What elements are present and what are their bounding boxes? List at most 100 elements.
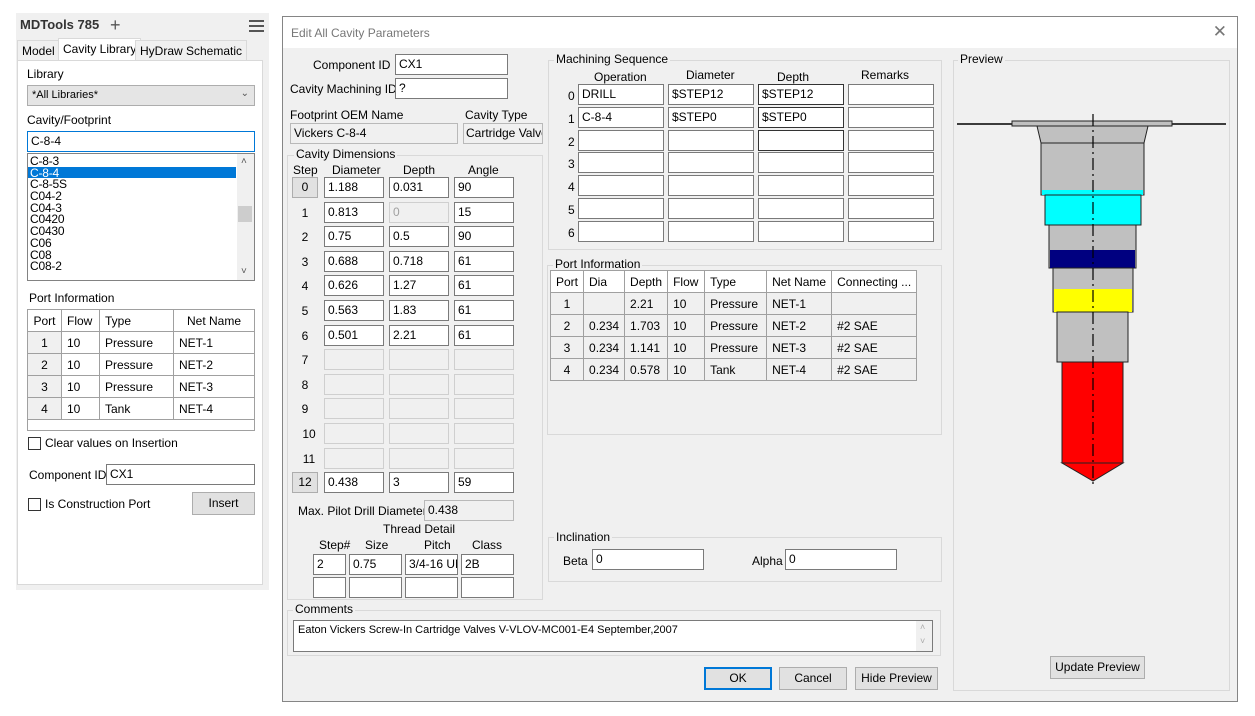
tab-model[interactable]: Model — [17, 40, 60, 61]
port-information-grid[interactable]: Port Flow Type Net Name 1 10 Pressure NET-1… — [27, 309, 255, 431]
thread-pitch-input[interactable] — [405, 577, 458, 598]
cavity-list-item[interactable]: C06 — [28, 237, 236, 249]
clear-values-checkbox[interactable] — [28, 437, 41, 450]
column-header-net-name[interactable]: Net Name — [173, 309, 255, 332]
operation-input[interactable]: C-8-4 — [578, 106, 664, 128]
port-conn-cell[interactable]: #2 SAE — [831, 358, 918, 381]
operation-input[interactable] — [578, 220, 664, 242]
depth-input[interactable] — [758, 129, 844, 151]
port-port-cell[interactable]: 1 — [549, 292, 585, 315]
type-cell[interactable]: Tank — [99, 397, 174, 420]
thread-class-input[interactable]: 2B — [461, 554, 514, 575]
machining-id-input[interactable]: ? — [395, 78, 508, 99]
diameter-input[interactable] — [668, 220, 754, 242]
port-depth-cell[interactable]: 1.141 — [624, 336, 669, 359]
port-row[interactable]: 2 0.234 1.703 10 Pressure NET-2 #2 SAE — [549, 314, 918, 337]
depth-input[interactable] — [389, 398, 449, 420]
tab-hydraw-schematic[interactable]: HyDraw Schematic — [135, 40, 248, 61]
port-flow-cell[interactable]: 10 — [667, 314, 706, 337]
diameter-input[interactable] — [668, 129, 754, 151]
type-cell[interactable]: Pressure — [99, 331, 174, 354]
angle-input[interactable]: 61 — [454, 324, 514, 346]
diameter-input[interactable] — [668, 175, 754, 197]
port-depth-cell[interactable]: 1.703 — [624, 314, 669, 337]
thread-size-input[interactable] — [349, 577, 402, 598]
port-net-cell[interactable]: NET-1 — [766, 292, 833, 315]
operation-input[interactable] — [578, 175, 664, 197]
port-row[interactable]: 2 10 Pressure NET-2 — [27, 353, 255, 376]
depth-input[interactable]: 1.83 — [389, 300, 449, 321]
angle-input[interactable] — [454, 423, 514, 444]
port-flow-cell[interactable]: 10 — [667, 336, 706, 359]
comments-textarea[interactable]: Eaton Vickers Screw-In Cartridge Valves … — [293, 620, 933, 652]
column-header-flow[interactable]: Flow — [61, 309, 100, 332]
hamburger-menu-icon[interactable] — [249, 20, 264, 32]
ok-button[interactable]: OK — [704, 667, 772, 690]
depth-input[interactable] — [758, 175, 844, 197]
insert-button[interactable]: Insert — [192, 492, 255, 515]
flow-cell[interactable]: 10 — [61, 375, 100, 398]
port-dia-cell[interactable] — [583, 292, 626, 315]
cavity-list-item[interactable]: C04-2 — [28, 190, 236, 202]
scroll-up-icon[interactable]: ˄ — [920, 622, 925, 632]
port-row[interactable]: 1 2.21 10 Pressure NET-1 — [549, 292, 918, 315]
cancel-button[interactable]: Cancel — [779, 667, 847, 690]
port-type-cell[interactable]: Pressure — [704, 314, 768, 337]
thread-pitch-input[interactable]: 3/4-16 UN — [405, 554, 458, 575]
depth-input[interactable] — [389, 423, 449, 444]
depth-input[interactable]: $STEP0 — [758, 106, 844, 128]
close-icon[interactable]: ✕ — [1213, 22, 1227, 42]
step-button[interactable]: 12 — [292, 472, 318, 494]
depth-input[interactable]: 0.718 — [389, 250, 449, 272]
column-header-net-name[interactable]: Net Name — [766, 270, 833, 293]
plus-icon[interactable]: + — [110, 15, 121, 36]
port-net-cell[interactable]: NET-3 — [766, 336, 833, 359]
angle-input[interactable]: 15 — [454, 201, 514, 223]
hide-preview-button[interactable]: Hide Preview — [855, 667, 938, 690]
angle-input[interactable] — [454, 447, 514, 469]
remarks-input[interactable] — [848, 198, 934, 219]
remarks-input[interactable] — [848, 129, 934, 151]
column-header-port[interactable]: Port — [27, 309, 62, 332]
depth-input[interactable]: 0 — [389, 201, 449, 223]
angle-input[interactable]: 61 — [454, 275, 514, 297]
port-type-cell[interactable]: Pressure — [704, 336, 768, 359]
port-row[interactable]: 3 10 Pressure NET-3 — [27, 375, 255, 398]
cavity-list-item[interactable]: C-8-3 — [28, 155, 236, 167]
port-conn-cell[interactable] — [831, 292, 918, 315]
thread-step-input[interactable]: 2 — [313, 554, 346, 575]
angle-input[interactable]: 59 — [454, 472, 514, 494]
library-dropdown[interactable]: *All Libraries* ⌄ — [27, 85, 255, 106]
angle-input[interactable]: 90 — [454, 226, 514, 248]
diameter-input[interactable]: 0.501 — [324, 324, 384, 346]
column-header-dia[interactable]: Dia — [583, 270, 626, 293]
diameter-input[interactable]: 0.438 — [324, 472, 384, 494]
diameter-input[interactable]: 0.75 — [324, 226, 384, 248]
component-id-input[interactable]: CX1 — [395, 54, 508, 75]
operation-input[interactable]: DRILL — [578, 84, 664, 105]
operation-input[interactable] — [578, 198, 664, 219]
diameter-input[interactable]: 0.688 — [324, 250, 384, 272]
net-name-cell[interactable]: NET-4 — [173, 397, 255, 420]
port-row[interactable]: 4 10 Tank NET-4 — [27, 397, 255, 420]
port-row[interactable]: 1 10 Pressure NET-1 — [27, 331, 255, 354]
diameter-input[interactable] — [668, 152, 754, 174]
scrollbar-thumb[interactable] — [238, 206, 252, 222]
thread-step-input[interactable] — [313, 577, 346, 598]
diameter-input[interactable] — [324, 398, 384, 420]
type-cell[interactable]: Pressure — [99, 375, 174, 398]
remarks-input[interactable] — [848, 152, 934, 174]
column-header-connecting[interactable]: Connecting ... — [831, 270, 918, 293]
angle-input[interactable]: 61 — [454, 250, 514, 272]
cavity-listbox[interactable]: C-8-3 C-8-4 C-8-5S C04-2 C04-3 C0420 C0430 C06 C… — [27, 153, 255, 281]
port-number-cell[interactable]: 3 — [27, 375, 62, 398]
angle-input[interactable]: 61 — [454, 300, 514, 321]
depth-input[interactable]: $STEP12 — [758, 84, 844, 105]
depth-input[interactable] — [758, 220, 844, 242]
port-port-cell[interactable]: 3 — [549, 336, 585, 359]
column-header-flow[interactable]: Flow — [667, 270, 706, 293]
angle-input[interactable] — [454, 349, 514, 371]
beta-input[interactable]: 0 — [592, 549, 704, 570]
depth-input[interactable]: 1.27 — [389, 275, 449, 297]
scroll-down-icon[interactable]: ˅ — [241, 266, 247, 277]
